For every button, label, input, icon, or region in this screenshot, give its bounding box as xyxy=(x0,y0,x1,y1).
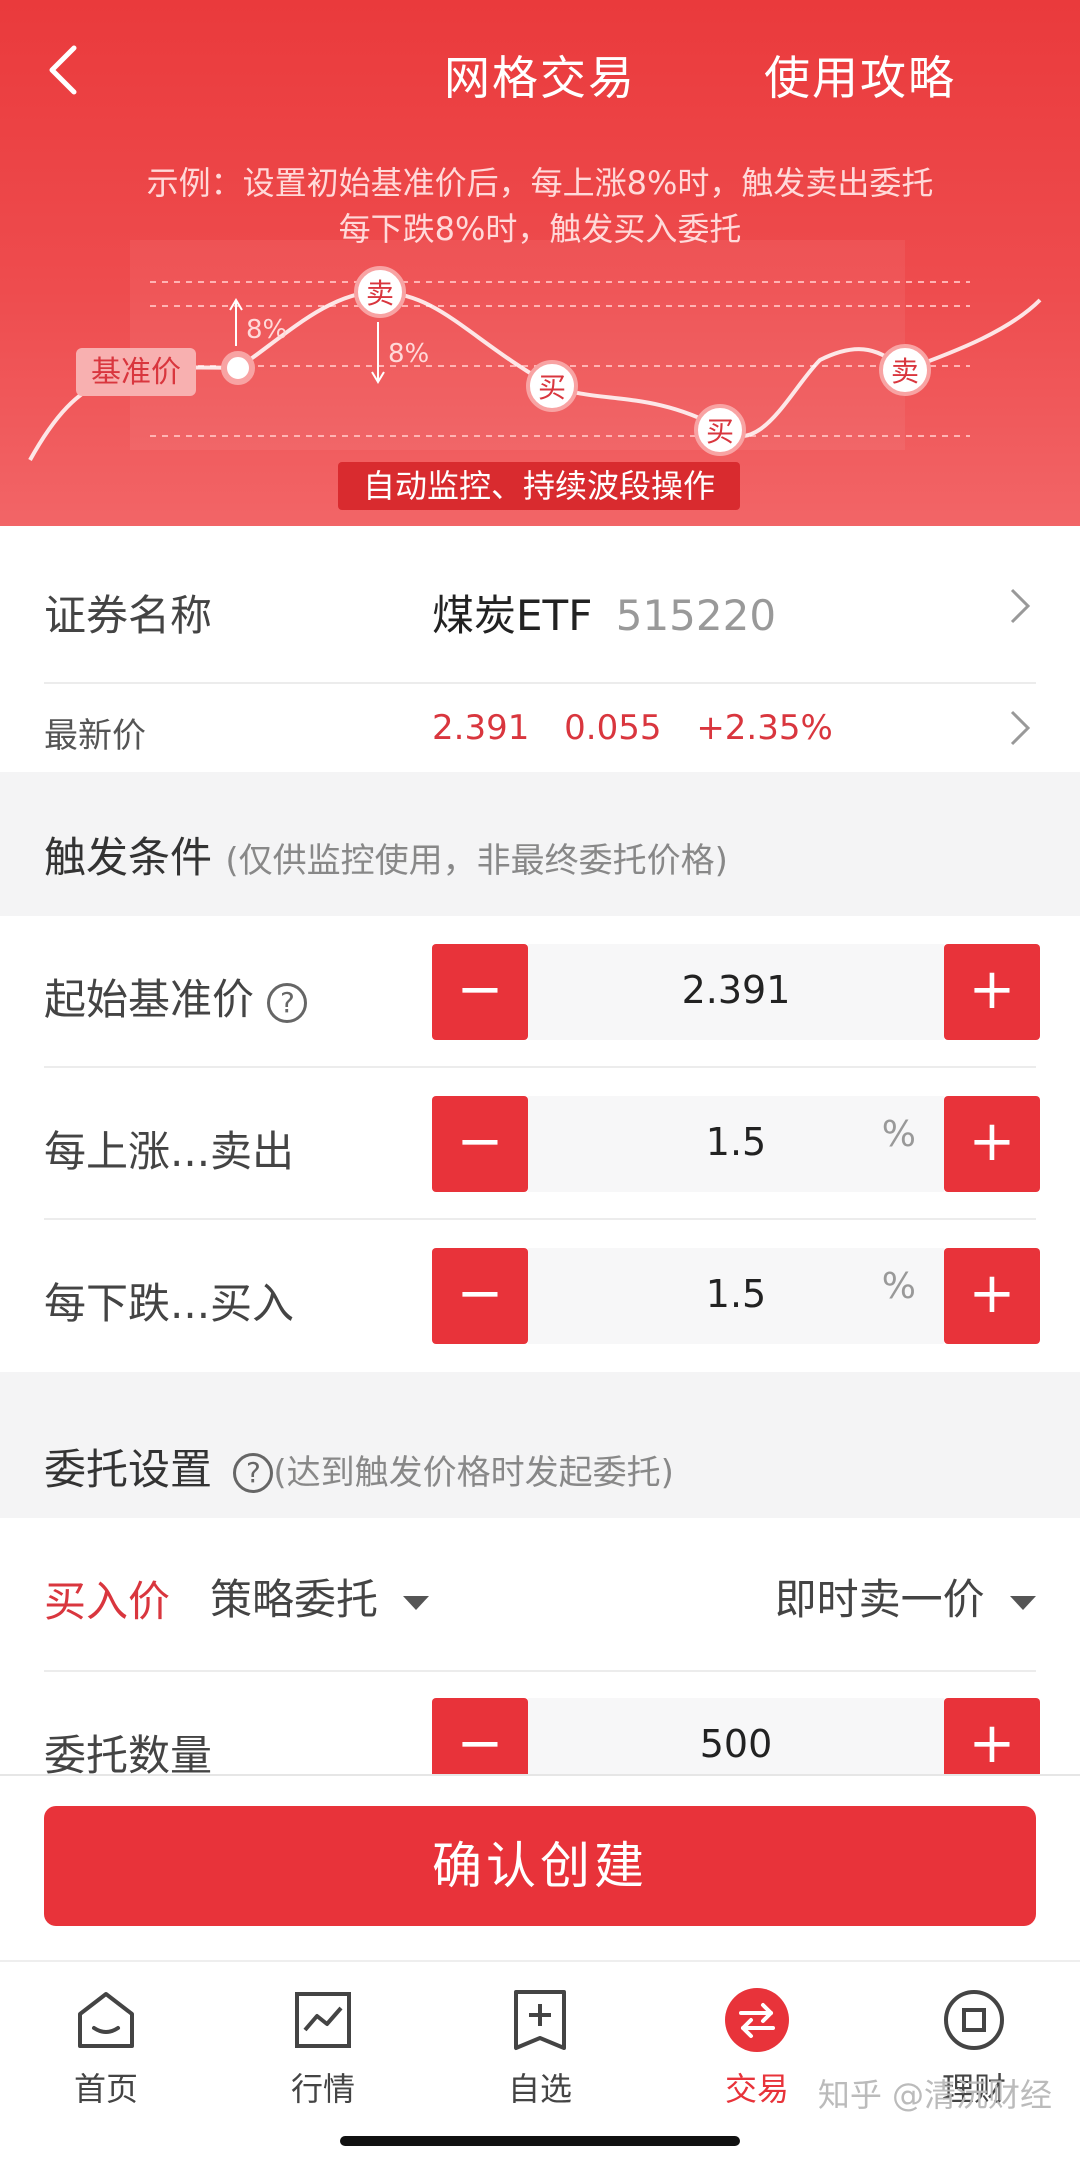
up-pct-label: 8% xyxy=(246,315,287,345)
tab-watchlist[interactable]: 自选 xyxy=(460,1984,620,2110)
latest-change: 0.055 xyxy=(564,708,662,748)
auto-monitor-banner: 自动监控、持续波段操作 xyxy=(338,462,740,510)
buy-marker-1: 买 xyxy=(538,371,566,404)
rise-sell-label: 每上涨...卖出 xyxy=(44,1127,295,1176)
trade-swap-icon xyxy=(725,1988,789,2052)
base-price-row: 起始基准价 ? − 2.391 + xyxy=(0,916,1080,1068)
fall-buy-label: 每下跌...买入 xyxy=(44,1279,295,1328)
example-desc-line1: 示例：设置初始基准价后，每上涨8%时，触发卖出委托 xyxy=(146,164,934,202)
down-pct-label: 8% xyxy=(388,339,429,369)
footer-divider xyxy=(0,1774,1080,1776)
strategy-select[interactable]: 策略委托 xyxy=(210,1566,430,1627)
increment-button[interactable]: + xyxy=(944,1248,1040,1344)
header-hero: 网格交易 使用攻略 示例：设置初始基准价后，每上涨8%时，触发卖出委托 每下跌8… xyxy=(0,0,1080,526)
trigger-section-header: 触发条件 (仅供监控使用，非最终委托价格) xyxy=(0,772,1080,916)
rise-sell-input[interactable]: 1.5 % xyxy=(528,1096,944,1192)
trigger-subtitle: (仅供监控使用，非最终委托价格) xyxy=(225,841,728,881)
security-name: 煤炭ETF xyxy=(432,591,593,640)
caret-down-icon xyxy=(1010,1595,1036,1610)
base-price-input[interactable]: 2.391 xyxy=(528,944,944,1040)
strategy-select-value: 策略委托 xyxy=(210,1575,379,1624)
sell-marker-1: 卖 xyxy=(366,277,394,310)
quantity-row: 委托数量 − 500 + xyxy=(0,1672,1080,1776)
tab-label: 首页 xyxy=(73,2070,138,2108)
base-price-stepper: − 2.391 + xyxy=(432,944,1040,1040)
trigger-title-block: 触发条件 (仅供监控使用，非最终委托价格) xyxy=(44,824,728,885)
price-type-select[interactable]: 即时卖一价 xyxy=(775,1566,1036,1627)
security-value: 煤炭ETF 515220 xyxy=(432,582,776,643)
quantity-input[interactable]: 500 xyxy=(528,1698,944,1776)
percent-unit: % xyxy=(881,1266,916,1307)
help-icon[interactable]: ? xyxy=(233,1452,274,1493)
quantity-value: 500 xyxy=(699,1722,773,1766)
divider xyxy=(44,682,1036,684)
trigger-title: 触发条件 xyxy=(44,833,213,882)
fall-buy-stepper: − 1.5 % + xyxy=(432,1248,1040,1344)
price-type-select-value: 即时卖一价 xyxy=(774,1575,985,1624)
latest-price-values: 2.391 0.055 +2.35% xyxy=(432,708,833,748)
tab-label: 自选 xyxy=(507,2070,572,2108)
decrement-button[interactable]: − xyxy=(432,1698,528,1776)
order-title-block: 委托设置 ? (达到触发价格时发起委托) xyxy=(44,1436,674,1497)
decrement-button[interactable]: − xyxy=(432,944,528,1040)
top-bar: 网格交易 使用攻略 xyxy=(0,0,1080,150)
bookmark-add-icon xyxy=(514,1990,566,2050)
tab-trade[interactable]: 交易 xyxy=(677,1984,837,2110)
increment-button[interactable]: + xyxy=(944,1096,1040,1192)
tab-label: 交易 xyxy=(724,2070,789,2108)
page: 网格交易 使用攻略 示例：设置初始基准价后，每上涨8%时，触发卖出委托 每下跌8… xyxy=(0,0,1080,2166)
buy-marker-2: 买 xyxy=(706,415,734,448)
chart-icon xyxy=(295,1992,351,2048)
guide-link[interactable]: 使用攻略 xyxy=(764,42,956,108)
security-label: 证券名称 xyxy=(44,591,213,640)
latest-price: 2.391 xyxy=(432,708,530,748)
home-icon xyxy=(78,1992,134,2048)
latest-change-pct: +2.35% xyxy=(696,708,833,748)
help-icon[interactable]: ? xyxy=(267,982,308,1023)
tab-market[interactable]: 行情 xyxy=(243,1984,403,2110)
rise-sell-stepper: − 1.5 % + xyxy=(432,1096,1040,1192)
latest-price-row[interactable]: 最新价 2.391 0.055 +2.35% xyxy=(0,686,1080,772)
percent-unit: % xyxy=(881,1114,916,1155)
watermark: 知乎 @清沅财经 xyxy=(817,2076,1052,2114)
decrement-button[interactable]: − xyxy=(432,1248,528,1344)
buy-price-row: 买入价 策略委托 即时卖一价 xyxy=(0,1518,1080,1672)
decrement-button[interactable]: − xyxy=(432,1096,528,1192)
tab-home[interactable]: 首页 xyxy=(26,1984,186,2110)
coin-icon xyxy=(944,1990,1004,2050)
security-code: 515220 xyxy=(615,591,777,640)
confirm-create-button[interactable]: 确认创建 xyxy=(44,1806,1036,1926)
fall-buy-row: 每下跌...买入 − 1.5 % + xyxy=(0,1220,1080,1372)
home-indicator[interactable] xyxy=(340,2136,740,2146)
buy-price-label: 买入价 xyxy=(44,1577,171,1626)
security-row[interactable]: 证券名称 煤炭ETF 515220 xyxy=(0,526,1080,686)
sell-marker-2: 卖 xyxy=(891,355,919,388)
order-section-header: 委托设置 ? (达到触发价格时发起委托) xyxy=(0,1372,1080,1518)
tab-label: 行情 xyxy=(290,2070,355,2108)
rise-sell-row: 每上涨...卖出 − 1.5 % + xyxy=(0,1068,1080,1220)
base-price-label: 起始基准价 xyxy=(44,975,255,1024)
caret-down-icon xyxy=(403,1595,430,1610)
base-price-label-block: 起始基准价 ? xyxy=(44,966,308,1027)
chevron-right-icon[interactable] xyxy=(1004,586,1036,626)
quantity-label: 委托数量 xyxy=(44,1731,213,1776)
base-price-value: 2.391 xyxy=(681,968,791,1012)
latest-price-label: 最新价 xyxy=(44,716,146,756)
chevron-right-icon[interactable] xyxy=(1004,708,1036,748)
increment-button[interactable]: + xyxy=(944,1698,1040,1776)
fall-buy-input[interactable]: 1.5 % xyxy=(528,1248,944,1344)
quantity-stepper: − 500 + xyxy=(432,1698,1040,1776)
order-title: 委托设置 xyxy=(44,1445,213,1494)
increment-button[interactable]: + xyxy=(944,944,1040,1040)
order-subtitle: (达到触发价格时发起委托) xyxy=(273,1453,674,1493)
grid-illustration: 卖 买 买 卖 8% 8% 基准价 xyxy=(28,240,1042,461)
base-price-tag: 基准价 xyxy=(91,355,181,390)
